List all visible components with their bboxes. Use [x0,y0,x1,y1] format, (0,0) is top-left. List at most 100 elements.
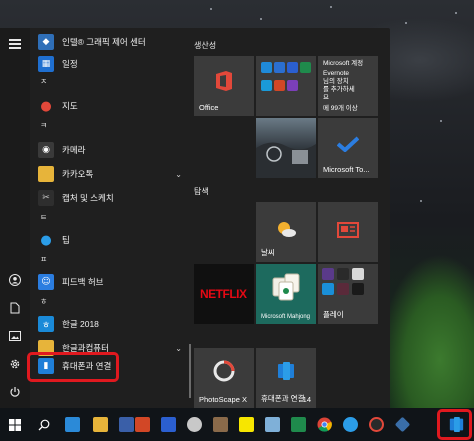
app-item-label: 팁 [62,235,70,245]
calendar-icon: ▦ [38,56,54,72]
user-icon [9,274,21,286]
taskbar-app-powerpoint[interactable] [129,408,155,441]
app-item-tips[interactable]: ● 팁 [30,228,190,252]
tile-office[interactable]: Office [194,56,254,116]
feedback-hub-icon: ☺ [38,274,54,290]
chrome-icon [316,417,332,432]
app-item-label: 캡처 및 스케치 [62,193,114,203]
tile-mail[interactable]: Microsoft 계정 Evernote 님의 장치 를 추가하세 요 메 9… [318,56,378,116]
taskbar-app-chrome[interactable] [311,408,337,441]
snip-sketch-icon: ✂ [38,190,54,206]
tile-news[interactable] [318,202,378,262]
search-button[interactable] [31,408,57,441]
camera-icon: ◉ [38,142,54,158]
tile-label: 휴대폰과 연결 [261,394,305,403]
picture-icon [9,331,21,341]
outlook-icon [261,62,272,73]
camera-app-icon [352,268,364,280]
network-app-icon [394,416,410,433]
group-title-productivity[interactable]: 생산성 [194,40,216,51]
tile-mail-line: 님의 장치 [323,78,349,85]
3d-box-icon [64,417,80,432]
photo-landscape-icon [256,142,316,178]
taskbar-app-explorer[interactable] [87,408,113,441]
tile-weather[interactable]: 날씨 [256,202,316,262]
app-item-maps[interactable]: ● 지도 [30,94,190,118]
chevron-down-icon: ⌄ [175,343,182,353]
taskbar [0,408,474,441]
taskbar-app-excel[interactable] [285,408,311,441]
news-icon [337,222,359,238]
mahjong-tiles-icon [272,273,300,301]
power-button[interactable] [0,378,30,406]
tile-play-folder[interactable]: 플레이 [318,264,378,324]
taskbar-app-word[interactable] [155,408,181,441]
tile-photoscape[interactable]: PhotoScape X [194,348,254,408]
taskbar-app-photoscape[interactable] [363,408,389,441]
app-item-hangul-2018[interactable]: ㅎ 한글 2018 [30,312,190,336]
tile-mahjong[interactable]: Microsoft Mahjong [256,264,316,324]
intel-graphics-icon: ◆ [38,34,54,50]
tile-label: PhotoScape X [199,395,247,404]
taskbar-app-notepad[interactable] [259,408,285,441]
app-item-label: 카카오톡 [62,169,94,179]
tile-mail-line: 를 추가하세 [323,86,355,93]
app-item-snip-sketch[interactable]: ✂ 캡처 및 스케치 [30,186,190,210]
tile-microsoft-todo[interactable]: Microsoft To... [318,118,378,178]
section-letter[interactable]: ㅋ [40,120,47,131]
tile-mail-line: 요 [323,94,329,101]
start-button[interactable] [2,408,28,441]
tile-your-phone[interactable]: 휴대폰과 연결 14 [256,348,316,408]
taskbar-app-network[interactable] [389,408,415,441]
your-phone-icon [278,362,294,380]
account-button[interactable] [0,266,30,294]
app-item-label: 한글 2018 [62,319,99,329]
documents-button[interactable] [0,294,30,322]
skype-icon [261,80,272,91]
powerpoint-icon [274,80,285,91]
app-item-calendar[interactable]: ▦ 일정 [30,52,190,76]
search-icon [38,419,50,430]
tile-netflix[interactable]: NETFLIX [194,264,254,324]
app-item-label: 인텔® 그래픽 제어 센터 [62,37,146,47]
section-letter[interactable]: ㅍ [40,254,47,265]
app-icon [352,283,364,295]
taskbar-app-photo[interactable] [181,408,207,441]
section-letter[interactable]: ㅈ [40,76,47,87]
taskbar-app-kakaotalk[interactable] [233,408,259,441]
photoscape-icon [368,417,384,432]
photoscape-icon [213,360,235,382]
folder-icon [38,166,54,182]
taskbar-app-edge[interactable] [337,408,363,441]
dolby-icon [337,268,349,280]
tile-photos[interactable] [256,118,316,178]
start-rail [0,28,30,408]
section-letter[interactable]: ㅎ [40,296,47,307]
tile-mail-line: Evernote [323,70,350,77]
office-icon [216,71,232,91]
menu-expand-button[interactable] [0,30,30,58]
excel-icon [290,417,306,432]
document-icon [10,302,20,314]
file-explorer-icon [92,417,108,432]
kakaotalk-icon [238,417,254,432]
app-item-intel-graphics[interactable]: ◆ 인텔® 그래픽 제어 센터 [30,30,190,54]
photo-app-icon [186,417,202,432]
chevron-down-icon: ⌄ [175,169,182,179]
app-item-feedback-hub[interactable]: ☺ 피드백 허브 [30,270,190,294]
app-item-camera[interactable]: ◉ 카메라 [30,138,190,162]
tile-label: 날씨 [261,248,275,257]
section-letter[interactable]: ㅌ [40,212,47,223]
taskbar-app-photo2[interactable] [207,408,233,441]
taskbar-app-3d[interactable] [59,408,85,441]
tile-label: Microsoft Mahjong [261,314,311,320]
group-title-explore[interactable]: 탐색 [194,186,209,197]
tips-icon: ● [40,232,52,248]
app-list: ◆ 인텔® 그래픽 제어 센터 ▦ 일정 ㅈ ● 지도 ㅋ ◉ 카메라 카카오톡… [30,28,190,408]
app-item-kakaotalk-folder[interactable]: 카카오톡 ⌄ [30,162,190,186]
gear-icon [10,359,20,369]
settings-button[interactable] [0,350,30,378]
tile-office-apps-folder[interactable] [256,56,316,116]
pictures-button[interactable] [0,322,30,350]
tile-area: 생산성 Office Microsoft 계정 Evernote 님의 장치 를… [190,28,390,408]
